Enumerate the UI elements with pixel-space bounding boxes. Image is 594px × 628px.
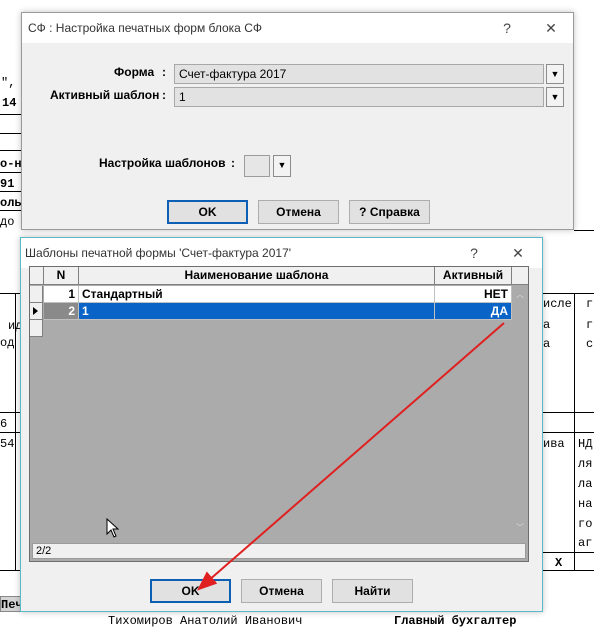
column-header-active[interactable]: Активный xyxy=(435,267,512,285)
dialog-titlebar: СФ : Настройка печатных форм блока СФ ? … xyxy=(22,13,573,43)
bg-fragment: г xyxy=(586,297,594,311)
ok-button[interactable]: OK xyxy=(167,200,248,224)
scroll-up-icon[interactable]: ︿ xyxy=(516,289,524,300)
chevron-down-icon: ▼ xyxy=(277,160,287,170)
record-counter: 2/2 xyxy=(36,545,52,557)
grid-header-spacer xyxy=(512,267,528,285)
help-icon[interactable]: ? xyxy=(493,17,521,39)
templates-setup-dropdown-button[interactable]: ▼ xyxy=(273,155,291,177)
help-icon[interactable]: ? xyxy=(460,242,488,264)
cell-active: НЕТ xyxy=(435,286,512,303)
bg-fragment: 6 xyxy=(0,417,8,431)
template-dropdown-button[interactable]: ▼ xyxy=(546,87,564,107)
bg-fragment: аг xyxy=(578,536,593,550)
row-indicator xyxy=(30,303,43,320)
vertical-scrollbar[interactable]: ︿ ﹀ xyxy=(512,286,528,538)
print-forms-settings-dialog: СФ : Настройка печатных форм блока СФ ? … xyxy=(21,12,574,230)
template-colon: : xyxy=(162,88,166,102)
bg-fragment: о-н xyxy=(0,157,22,171)
form-select[interactable]: Счет-фактура 2017 xyxy=(174,64,544,84)
chevron-down-icon: ▼ xyxy=(550,92,560,102)
grid-status-bar: 2/2 xyxy=(32,543,526,559)
dialog-title: СФ : Настройка печатных форм блока СФ xyxy=(28,21,262,35)
bg-fragment: a xyxy=(543,318,551,332)
templates-setup-field[interactable] xyxy=(244,155,270,177)
close-icon[interactable]: ✕ xyxy=(504,242,532,264)
bg-fragment: го xyxy=(578,517,593,531)
form-dropdown-button[interactable]: ▼ xyxy=(546,64,564,84)
grid-corner xyxy=(30,267,44,285)
row-indicator xyxy=(30,320,43,337)
dialog-title: Шаблоны печатной формы 'Счет-фактура 201… xyxy=(25,246,292,260)
bg-fragment: до xyxy=(0,215,15,229)
bg-fragment: НД xyxy=(578,437,593,451)
find-button[interactable]: Найти xyxy=(332,579,413,603)
form-colon: : xyxy=(162,65,166,79)
bg-fragment: a xyxy=(543,337,551,351)
templates-setup-colon: : xyxy=(231,156,235,170)
scroll-down-icon[interactable]: ﹀ xyxy=(516,522,524,533)
cell-active: ДА xyxy=(435,303,512,320)
bg-fragment: с xyxy=(586,337,594,351)
cancel-button[interactable]: Отмена xyxy=(241,579,322,603)
bg-fragment: го xyxy=(586,318,594,332)
active-template-label: Активный шаблон xyxy=(50,88,160,102)
chevron-down-icon: ▼ xyxy=(550,69,560,79)
bg-fragment: на xyxy=(578,497,593,511)
bg-x-mark: X xyxy=(555,556,563,570)
bg-fragment: од xyxy=(0,336,15,350)
dialog-titlebar: Шаблоны печатной формы 'Счет-фактура 201… xyxy=(21,238,542,268)
templates-dialog: Шаблоны печатной формы 'Счет-фактура 201… xyxy=(20,237,543,612)
cancel-button[interactable]: Отмена xyxy=(258,200,339,224)
bg-fragment: ла xyxy=(578,477,593,491)
bg-fragment: 91 xyxy=(0,177,15,191)
cell-name: Стандартный xyxy=(79,286,435,303)
ok-button[interactable]: OK xyxy=(150,579,231,603)
cell-n: 2 xyxy=(44,303,79,320)
bg-fragment: ива xyxy=(543,437,565,451)
bg-fragment: 54 xyxy=(0,437,15,451)
cell-name: 1 xyxy=(79,303,435,320)
current-row-arrow-icon xyxy=(33,307,38,315)
bg-fragment: ", xyxy=(1,76,16,90)
active-template-select[interactable]: 1 xyxy=(174,87,544,107)
row-indicator xyxy=(30,286,43,303)
bg-fragment: оль xyxy=(0,196,22,210)
bg-fragment: исле xyxy=(543,297,572,311)
column-header-name[interactable]: Наименование шаблона xyxy=(79,267,435,285)
close-icon[interactable]: ✕ xyxy=(537,17,565,39)
templates-setup-label: Настройка шаблонов xyxy=(99,156,226,170)
bg-fragment: ля xyxy=(578,457,593,471)
templates-grid[interactable]: N Наименование шаблона Активный 1 Станда… xyxy=(29,266,529,562)
column-header-n[interactable]: N xyxy=(44,267,79,285)
mouse-cursor-icon xyxy=(106,518,120,538)
bg-signatory-name: Тихомиров Анатолий Иванович xyxy=(108,614,303,628)
form-label: Форма xyxy=(114,65,155,79)
bg-fragment: 14 xyxy=(2,96,17,110)
help-button[interactable]: ? Справка xyxy=(349,200,430,224)
bg-signatory-role: Главный бухгалтер xyxy=(394,614,517,628)
cell-n: 1 xyxy=(44,286,79,303)
